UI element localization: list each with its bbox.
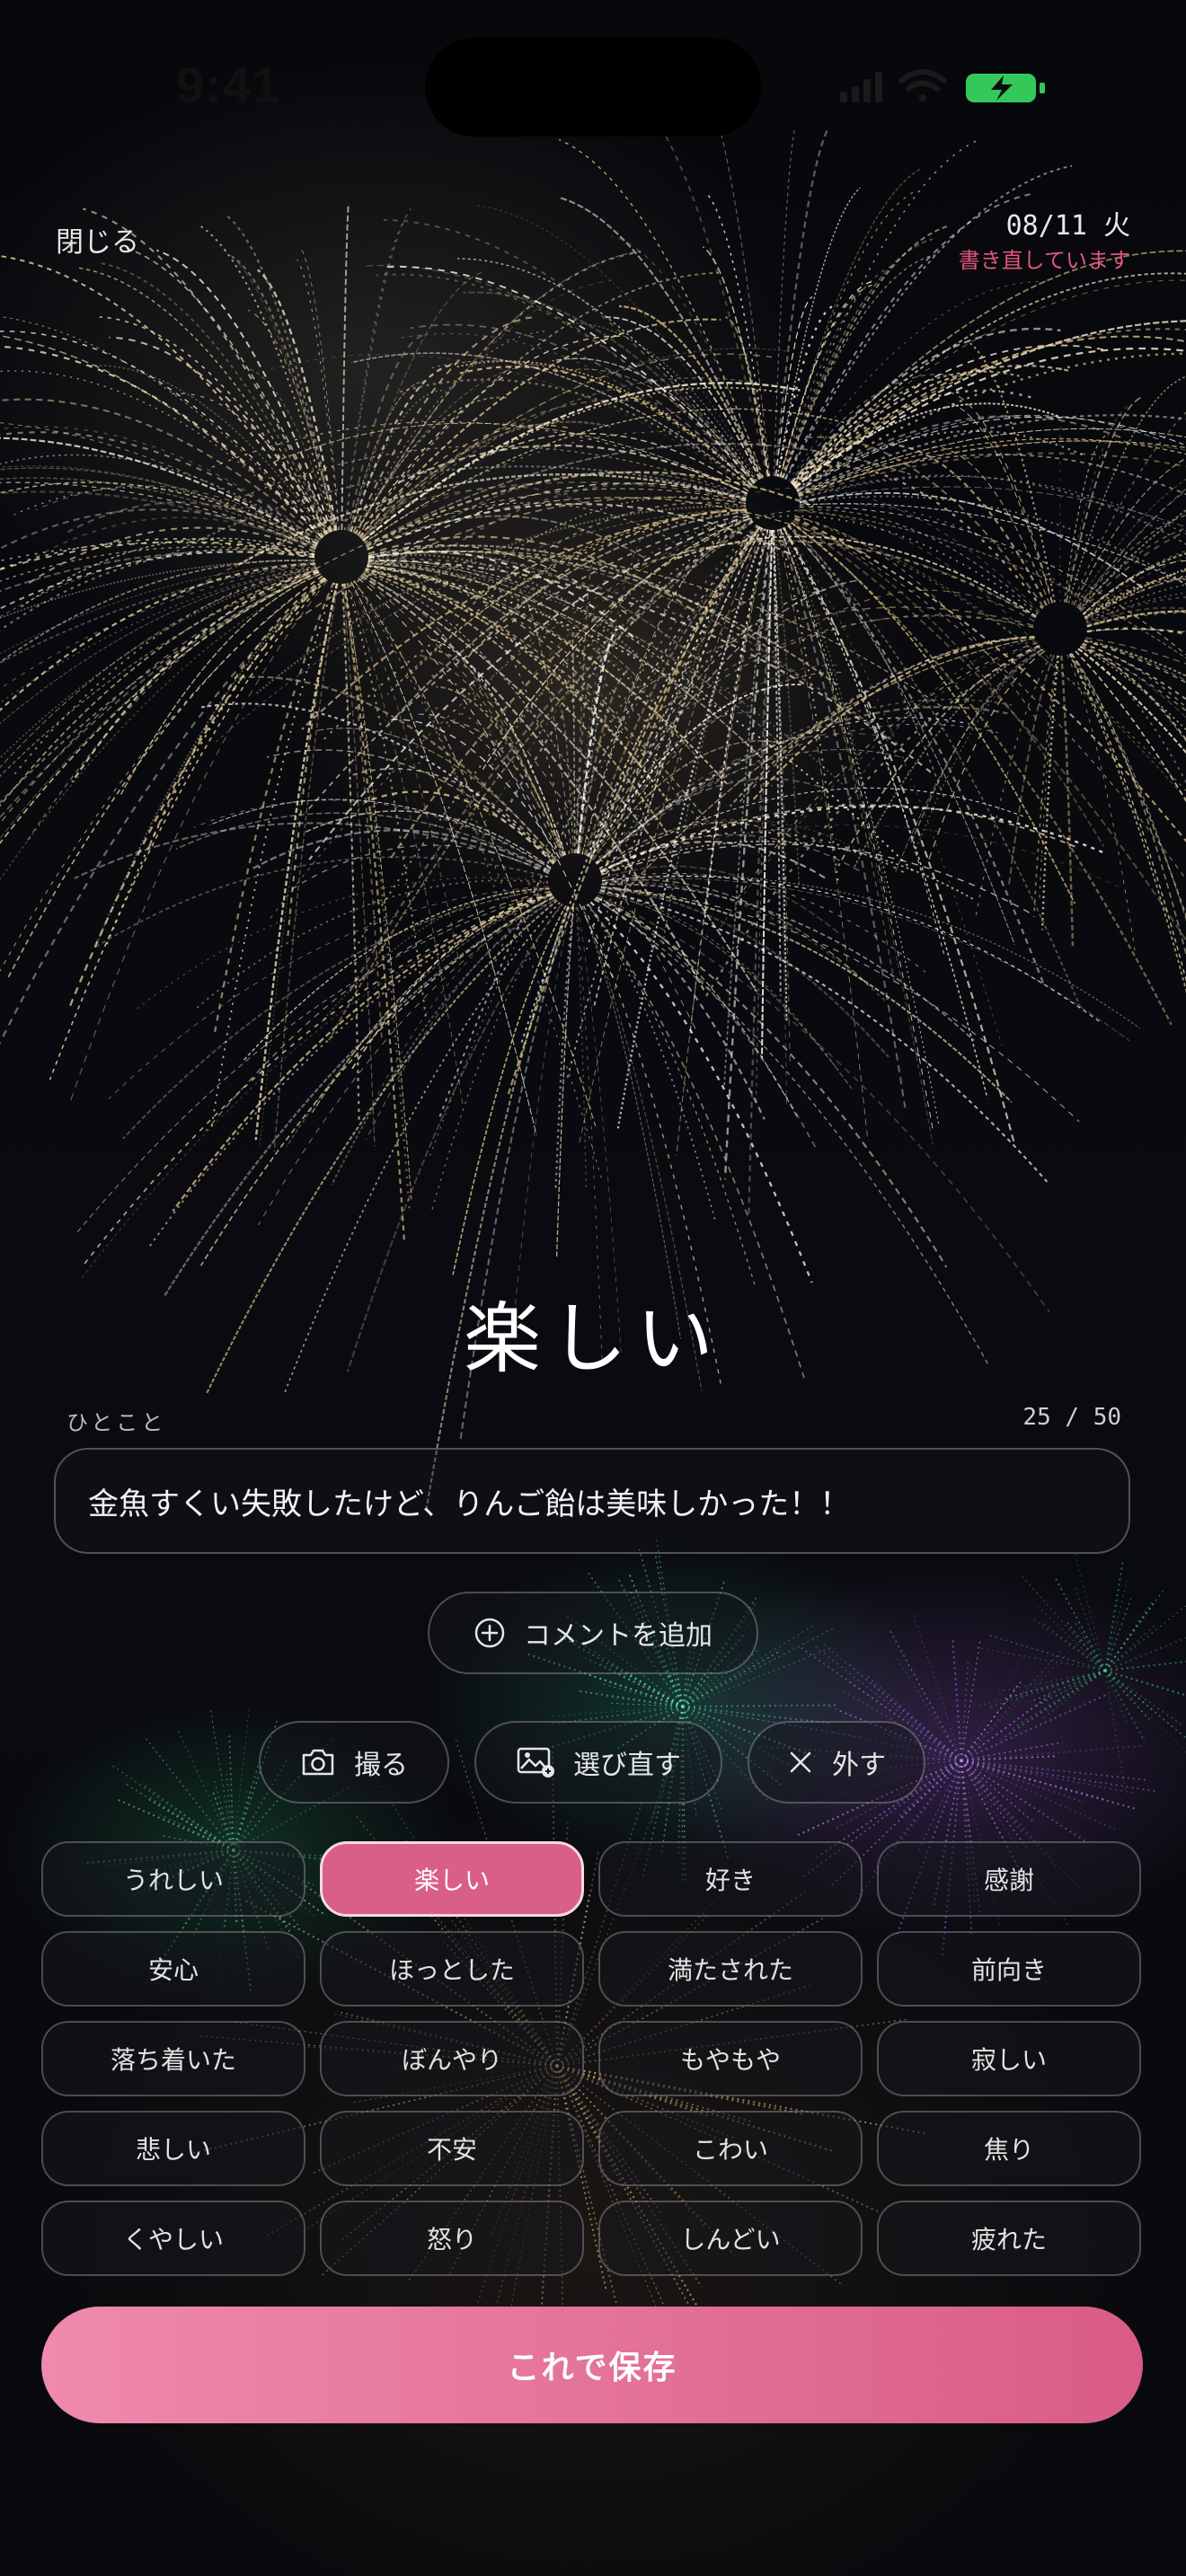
emotion-chip[interactable]: 不安 [320, 2111, 584, 2186]
photo-library-icon [517, 1747, 554, 1778]
selected-mood-title: 楽しい [464, 1294, 722, 1384]
emotion-chip[interactable]: 感謝 [877, 1841, 1141, 1917]
close-button[interactable]: 閉じる [56, 219, 139, 260]
emotion-chip[interactable]: 寂しい [877, 2021, 1141, 2096]
status-icons [840, 69, 1045, 102]
remove-photo-button[interactable]: 外す [748, 1721, 925, 1804]
wifi-icon [898, 69, 947, 101]
emotion-chip[interactable]: うれしい [41, 1841, 305, 1917]
save-button[interactable]: これで保存 [41, 2307, 1143, 2423]
add-comment-button[interactable]: コメントを追加 [428, 1592, 758, 1674]
emotion-chip[interactable]: しんどい [598, 2201, 863, 2276]
emotion-chip[interactable]: ほっとした [320, 1931, 584, 2007]
emotion-chip[interactable]: ぼんやり [320, 2021, 584, 2096]
emotion-chip[interactable]: 悲しい [41, 2111, 305, 2186]
editing-status-note: 書き直しています [958, 248, 1130, 273]
take-photo-label: 撮る [354, 1750, 408, 1781]
comment-field-label: ひとこと [66, 1410, 167, 1435]
emotion-chip[interactable]: 疲れた [877, 2201, 1141, 2276]
emotion-chip[interactable]: もやもや [598, 2021, 863, 2096]
close-icon [790, 1751, 811, 1773]
battery-charging-icon [966, 74, 1045, 102]
take-photo-button[interactable]: 撮る [259, 1721, 449, 1804]
one-line-comment-input[interactable]: 金魚すくい失敗したけど、りんご飴は美味しかった！！ [54, 1448, 1130, 1554]
dynamic-island [425, 38, 761, 137]
reselect-photo-button[interactable]: 選び直す [474, 1721, 722, 1804]
character-count: 25 / 50 [1022, 1404, 1121, 1431]
emotion-chip[interactable]: 怒り [320, 2201, 584, 2276]
remove-photo-label: 外す [832, 1750, 886, 1781]
emotion-chip[interactable]: 楽しい [320, 1841, 584, 1917]
emotion-chip[interactable]: こわい [598, 2111, 863, 2186]
emotion-chip-grid: うれしい 楽しい 好き 感謝安心 ほっとした 満たされた 前向き落ち着いた ぼんやり もやもや寂… [41, 1841, 1145, 2276]
entry-date: 08/11 火 [1005, 210, 1130, 242]
emotion-chip[interactable]: 落ち着いた [41, 2021, 305, 2096]
emotion-chip[interactable]: 安心 [41, 1931, 305, 2007]
plus-circle-icon [474, 1618, 505, 1648]
emotion-chip[interactable]: 前向き [877, 1931, 1141, 2007]
camera-icon [302, 1749, 334, 1776]
emotion-chip[interactable]: 好き [598, 1841, 863, 1917]
status-time: 9:41 [176, 57, 281, 113]
app-screen: 9:41 閉じる 08/11 火 書き直しています 楽しい ひとこと 25 / … [0, 0, 1186, 2576]
cellular-signal-icon [840, 72, 882, 102]
reselect-photo-label: 選び直す [573, 1750, 681, 1781]
emotion-chip[interactable]: くやしい [41, 2201, 305, 2276]
emotion-chip[interactable]: 満たされた [598, 1931, 863, 2007]
add-comment-label: コメントを追加 [524, 1620, 712, 1652]
emotion-chip[interactable]: 焦り [877, 2111, 1141, 2186]
